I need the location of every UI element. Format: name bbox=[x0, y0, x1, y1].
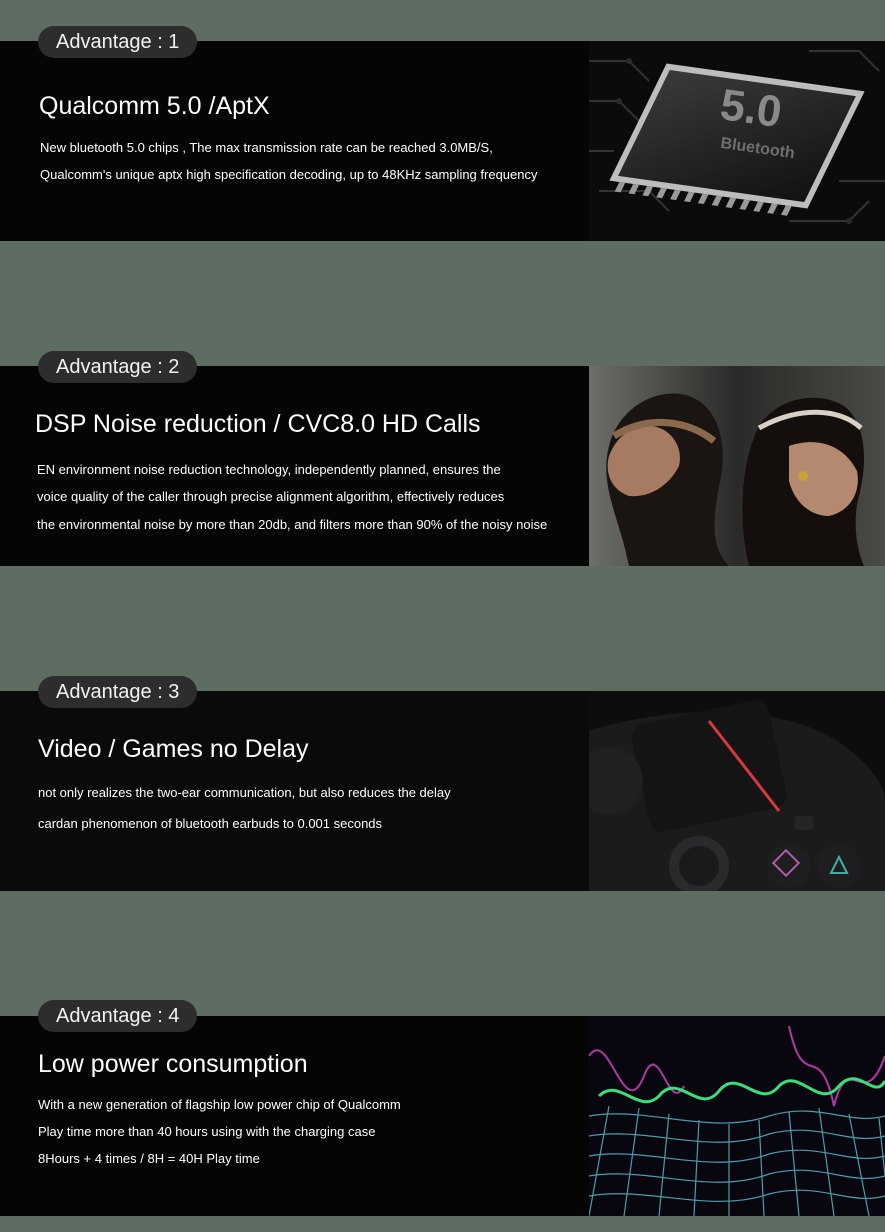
bluetooth-chip-image: 5.0 Bluetooth bbox=[589, 41, 885, 241]
section-text-line: With a new generation of flagship low po… bbox=[38, 1097, 401, 1112]
section-text-line: Qualcomm's unique aptx high specificatio… bbox=[40, 167, 538, 182]
game-controller-image bbox=[589, 691, 885, 891]
two-women-earbuds-image bbox=[589, 366, 885, 566]
section-text-line: not only realizes the two-ear communicat… bbox=[38, 785, 451, 800]
advantage-badge: Advantage : 2 bbox=[38, 351, 198, 383]
section-title: DSP Noise reduction / CVC8.0 HD Calls bbox=[35, 410, 481, 438]
svg-text:5.0: 5.0 bbox=[717, 80, 784, 137]
section-text-line: voice quality of the caller through prec… bbox=[37, 489, 505, 504]
section-text-line: cardan phenomenon of bluetooth earbuds t… bbox=[38, 816, 383, 831]
section-band: DSP Noise reduction / CVC8.0 HD Calls EN… bbox=[0, 366, 885, 566]
sound-wave-grid-image bbox=[589, 1016, 885, 1216]
section-band: Low power consumption With a new generat… bbox=[0, 1016, 885, 1216]
section-text-line: the environmental noise by more than 20d… bbox=[37, 517, 548, 532]
section-text-line: Play time more than 40 hours using with … bbox=[38, 1124, 376, 1139]
section-text-line: New bluetooth 5.0 chips , The max transm… bbox=[40, 140, 493, 155]
section-band: Video / Games no Delay not only realizes… bbox=[0, 691, 885, 891]
section-text-line: EN environment noise reduction technolog… bbox=[37, 462, 501, 477]
section-text-line: 8Hours + 4 times / 8H = 40H Play time bbox=[38, 1151, 260, 1166]
advantage-badge: Advantage : 4 bbox=[38, 1000, 198, 1032]
advantage-badge: Advantage : 1 bbox=[38, 26, 198, 58]
section-title: Video / Games no Delay bbox=[38, 735, 309, 763]
section-band: Qualcomm 5.0 /AptX New bluetooth 5.0 chi… bbox=[0, 41, 885, 241]
section-title: Qualcomm 5.0 /AptX bbox=[39, 92, 270, 120]
advantage-badge: Advantage : 3 bbox=[38, 676, 198, 708]
section-title: Low power consumption bbox=[38, 1050, 308, 1078]
